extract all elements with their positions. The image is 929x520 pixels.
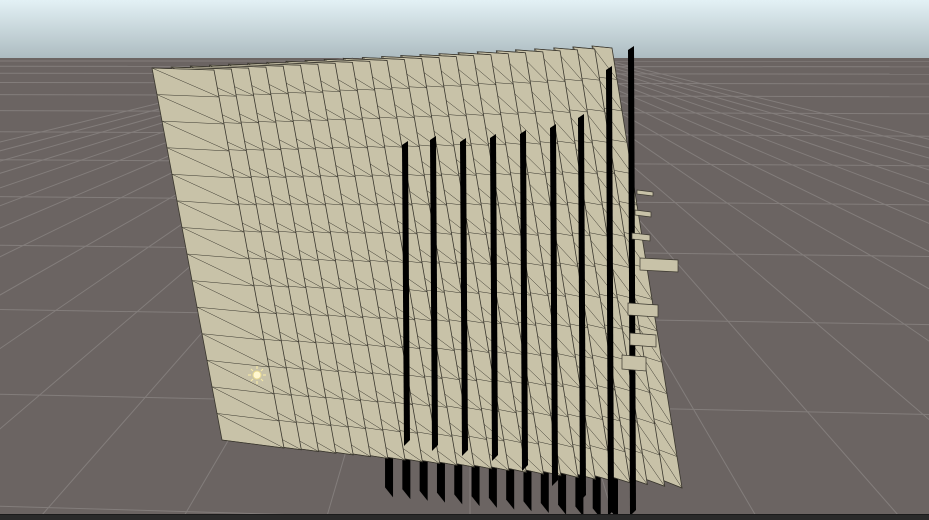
viewport-bottom-bar [0,514,929,520]
scene-viewport[interactable] [0,0,929,520]
small-plate [629,332,657,348]
small-plate [639,257,679,273]
small-plate [621,354,647,372]
small-plate [627,302,659,318]
scene-canvas[interactable] [0,0,929,520]
